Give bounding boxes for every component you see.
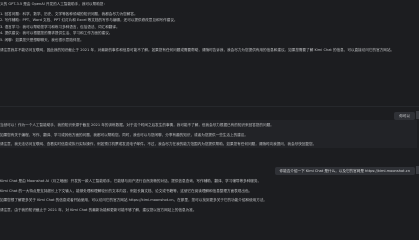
- message-divider: [0, 106, 419, 107]
- user-message-1: 你可以: [394, 112, 415, 120]
- message-line: Kimi Chat 的一大特点是支持超长上下文输入，能够处理和理解较长的文本内容…: [0, 188, 253, 193]
- message-line: 如果您想了解更多关于 Kimi Chat 的信息或者开始使用，可以访问它的官方网…: [0, 198, 268, 203]
- message-line: 5. 闲聊：如果您只是想聊聊天，我也很乐意陪伴您。: [0, 37, 84, 42]
- message-line: 义的 GPT-3.5 是由 OpenAI 开发的人工智能助手，我可以帮助您：: [0, 2, 107, 6]
- assistant-message-2: 当然可以！作为一个人工智能助手，我的知识来源于截至 2021 年的训练数据。对于…: [0, 120, 417, 148]
- message-line: 请注意我并不能访问互联网，因此我的知识截止于 2021 年，对最新的事件和信息可…: [0, 47, 395, 52]
- message-line: 4. 提供建议：我可以根据您的需求提供生活、学习和工作方面的建议。: [0, 31, 113, 36]
- message-line: 1. 回答问题：科学、数学、历史、文学等各种领域的知识问题，我都会尽力为您解答。: [0, 11, 138, 16]
- user-message-2: 你能否介绍一下 Kimi Chat 是什么，以及它的官网是 https://ki…: [274, 167, 415, 175]
- message-line: 如果您有关于编程、写作、翻译、学习或其他方面的问题，我都可以帮助您。同时，我也可…: [0, 132, 248, 137]
- message-line: Kimi Chat 是由 Moonshot AI（月之暗面）开发的一款人工智能助…: [0, 179, 262, 183]
- message-line: 请注意，由于我的知识截止于 2021 年，对 Kimi Chat 的最新功能和更…: [0, 207, 197, 212]
- user-message-text: 你可以: [399, 114, 410, 118]
- assistant-message-3: Kimi Chat 是由 Moonshot AI（月之暗面）开发的一款人工智能助…: [0, 178, 417, 214]
- assistant-message-1: 义的 GPT-3.5 是由 OpenAI 开发的人工智能助手，我可以帮助您： 1.…: [0, 1, 417, 54]
- message-line: 当然可以！作为一个人工智能助手，我的知识来源于截至 2021 年的训练数据。对于…: [0, 123, 274, 127]
- message-line: 请注意，我无法访问互联网、查看实时信息或执行实际操作，例如预订机票或发送电子邮件…: [0, 142, 317, 147]
- message-line: 2. 写作辅助：PPT、Word 文档、PPT 幻灯片和 Excel 等文档的写…: [0, 18, 178, 23]
- message-line: 3. 语言学习：我可以帮助您学习和练习多种语言，包括语法、词汇和翻译。: [0, 24, 120, 29]
- user-message-text: 你能否介绍一下 Kimi Chat 是什么，以及它的官网是 https://ki…: [279, 169, 410, 173]
